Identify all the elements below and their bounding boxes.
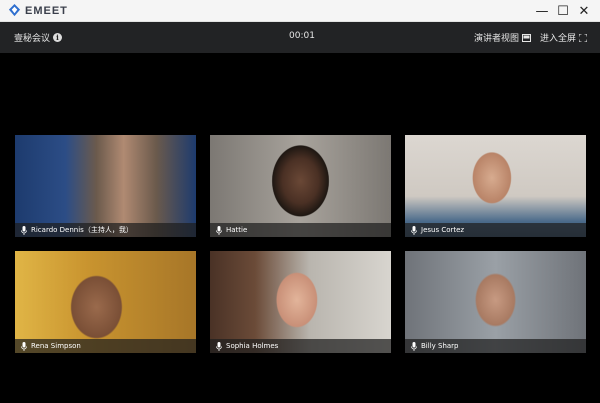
participant-nameplate: Rena Simpson [15,339,196,353]
participant-nameplate: Sophia Holmes [210,339,391,353]
close-button[interactable]: ✕ [572,0,596,22]
video-stage: Ricardo Dennis（主持人，我） Hattie Jesus Corte… [0,53,600,403]
meeting-info[interactable]: 壹秘会议 i [14,31,63,44]
microphone-icon [21,341,27,351]
fullscreen-button[interactable]: 进入全屏 [540,31,588,44]
speaker-view-icon [522,33,532,42]
participant-tile[interactable]: Ricardo Dennis（主持人，我） [15,135,196,237]
window-titlebar: EMEET — ☐ ✕ [0,0,600,22]
brand-logo: EMEET [8,4,68,17]
participant-nameplate: Jesus Cortez [405,223,586,237]
participant-tile[interactable]: Jesus Cortez [405,135,586,237]
microphone-icon [411,341,417,351]
video-feed [405,135,586,237]
microphone-icon [411,225,417,235]
video-feed [405,251,586,353]
meeting-timer: 00:01 [289,31,315,41]
participant-name: Rena Simpson [31,342,81,350]
microphone-icon [216,341,222,351]
microphone-icon [21,225,27,235]
participant-nameplate: Billy Sharp [405,339,586,353]
participant-tile[interactable]: Hattie [210,135,391,237]
speaker-view-button[interactable]: 演讲者视图 [474,31,532,44]
participant-name: Jesus Cortez [421,226,465,234]
meeting-toolbar: 壹秘会议 i 00:01 演讲者视图 进入全屏 [0,22,600,53]
video-feed [15,251,196,353]
fullscreen-icon [579,33,588,42]
info-icon[interactable]: i [53,33,63,42]
participant-tile[interactable]: Sophia Holmes [210,251,391,353]
microphone-icon [216,225,222,235]
meeting-title: 壹秘会议 [14,34,51,44]
participant-name: Billy Sharp [421,342,459,350]
video-feed [210,135,391,237]
speaker-view-label: 演讲者视图 [474,34,520,44]
participant-tile[interactable]: Billy Sharp [405,251,586,353]
video-feed [15,135,196,237]
participant-name: Hattie [226,226,248,234]
fullscreen-label: 进入全屏 [540,34,577,44]
emeet-logo-icon [8,4,21,17]
participant-nameplate: Ricardo Dennis（主持人，我） [15,223,196,237]
participant-name: Ricardo Dennis（主持人，我） [31,226,133,234]
participant-name: Sophia Holmes [226,342,279,350]
video-feed [210,251,391,353]
participant-tile[interactable]: Rena Simpson [15,251,196,353]
brand-name: EMEET [25,4,68,17]
participant-nameplate: Hattie [210,223,391,237]
